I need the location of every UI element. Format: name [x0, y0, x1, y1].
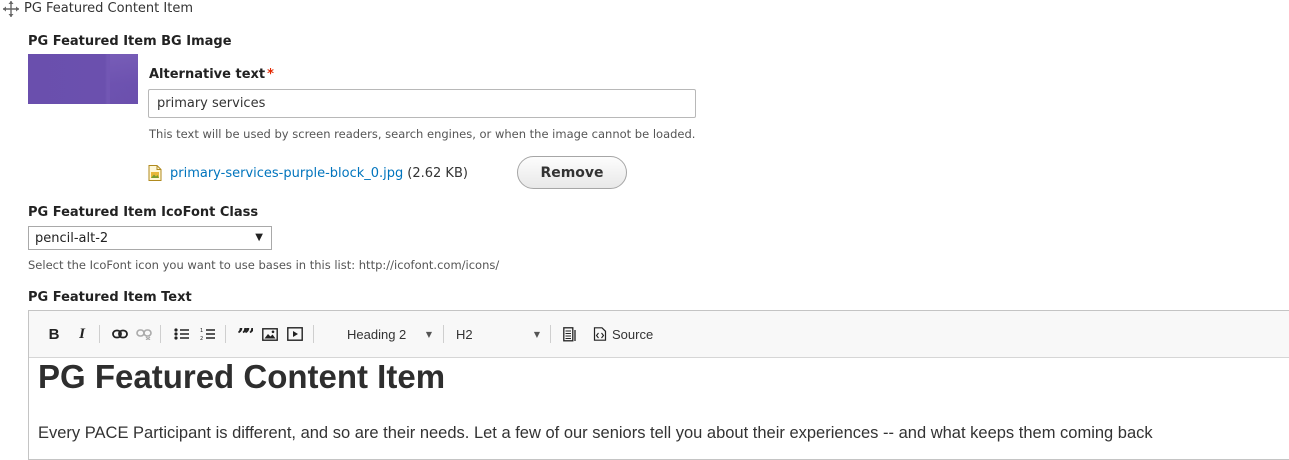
show-blocks-icon[interactable] — [561, 324, 579, 344]
style-combo[interactable]: H2 — [456, 324, 486, 344]
bg-image-label: PG Featured Item BG Image — [28, 34, 232, 49]
image-icon[interactable] — [261, 324, 279, 344]
alt-text-help: This text will be used by screen readers… — [149, 127, 696, 141]
blockquote-icon[interactable]: ”” — [235, 324, 255, 344]
file-link[interactable]: primary-services-purple-block_0.jpg — [170, 166, 403, 181]
icofont-select[interactable]: pencil-alt-2 ▼ — [28, 226, 272, 250]
bulleted-list-icon[interactable] — [173, 324, 191, 344]
icofont-help: Select the IcoFont icon you want to use … — [28, 258, 500, 272]
embed-media-icon[interactable] — [286, 324, 304, 344]
alt-text-label: Alternative text * — [149, 67, 274, 82]
source-label: Source — [612, 326, 654, 342]
icofont-selected-value: pencil-alt-2 — [35, 230, 109, 246]
link-icon[interactable] — [111, 324, 129, 344]
editor-toolbar: B I 12 ”” Heading 2 ▼ H2 ▼ — [29, 311, 1289, 358]
source-button[interactable]: Source — [593, 324, 673, 344]
svg-text:”: ” — [244, 328, 253, 340]
text-field-label: PG Featured Item Text — [28, 290, 192, 305]
numbered-list-icon[interactable]: 12 — [199, 324, 217, 344]
svg-text:1: 1 — [200, 328, 203, 334]
content-heading[interactable]: PG Featured Content Item — [38, 358, 445, 396]
svg-text:2: 2 — [200, 336, 203, 341]
toolbar-separator — [550, 325, 551, 343]
dropdown-arrow-icon: ▼ — [255, 232, 263, 243]
toolbar-separator — [313, 325, 314, 343]
format-combo[interactable]: Heading 2 — [347, 324, 411, 344]
file-size: (2.62 KB) — [407, 165, 468, 181]
bold-button[interactable]: B — [47, 324, 61, 344]
italic-button[interactable]: I — [75, 324, 89, 344]
source-icon — [593, 327, 607, 341]
remove-button[interactable]: Remove — [517, 156, 627, 189]
toolbar-separator — [225, 325, 226, 343]
content-paragraph[interactable]: Every PACE Participant is different, and… — [38, 424, 1153, 443]
unlink-icon[interactable] — [135, 324, 153, 344]
image-thumbnail[interactable] — [28, 54, 138, 104]
alt-text-label-text: Alternative text — [149, 67, 266, 82]
drag-handle-icon[interactable] — [2, 0, 20, 18]
file-info: primary-services-purple-block_0.jpg (2.6… — [148, 164, 468, 182]
image-file-icon — [148, 165, 162, 181]
format-combo-arrow-icon[interactable]: ▼ — [424, 324, 434, 344]
toolbar-separator — [160, 325, 161, 343]
icofont-label: PG Featured Item IcoFont Class — [28, 205, 259, 220]
required-marker: * — [267, 67, 274, 82]
toolbar-separator — [443, 325, 444, 343]
style-combo-arrow-icon[interactable]: ▼ — [532, 324, 542, 344]
toolbar-separator — [99, 325, 100, 343]
paragraph-title: PG Featured Content Item — [24, 1, 193, 16]
alt-text-input[interactable] — [148, 89, 696, 118]
